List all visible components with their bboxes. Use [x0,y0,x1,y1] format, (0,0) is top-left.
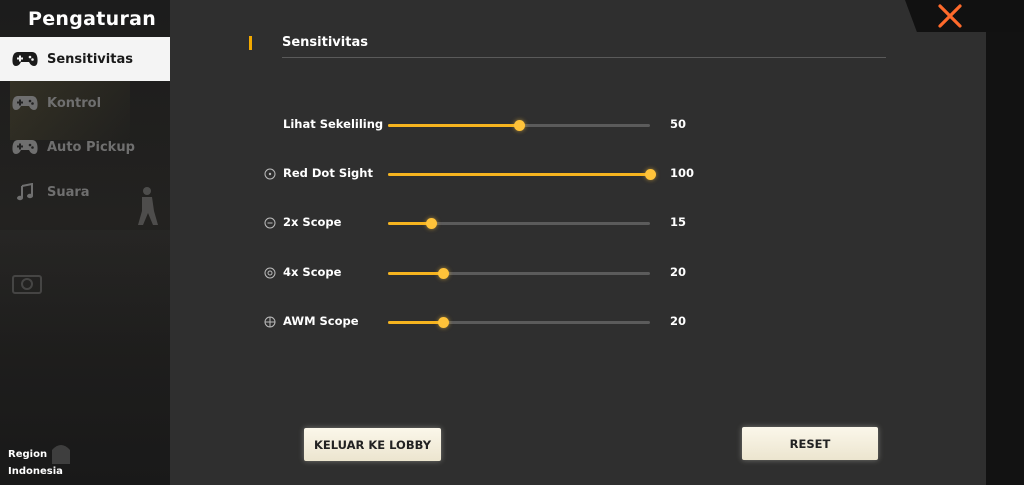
red-dot-sight-icon [264,168,276,180]
region-label: Region [8,449,48,460]
sidebar-item-sensitivitas[interactable]: Sensitivitas [0,37,170,81]
slider-thumb[interactable] [426,218,438,229]
slider-thumb[interactable] [438,317,450,328]
slider-label: AWM Scope [283,314,359,328]
slider-fill [388,173,650,176]
reset-button[interactable]: RESET [742,427,878,460]
settings-screen: Pengaturan Sensitivitas Kontrol Auto Pic… [0,0,1024,485]
slider-value: 50 [670,117,687,131]
slider-value: 15 [670,215,687,229]
slider-track[interactable] [388,169,656,180]
slider-row-4x-scope: 4x Scope 20 [0,264,1024,284]
exit-to-lobby-button[interactable]: KELUAR KE LOBBY [304,428,441,461]
slider-track[interactable] [388,120,650,131]
slider-thumb[interactable] [514,120,525,131]
slider-fill [388,124,519,127]
slider-fill [388,222,432,225]
slider-thumb[interactable] [438,268,450,279]
slider-label: Red Dot Sight [283,166,373,180]
gamepad-icon [12,50,38,68]
slider-fill [388,272,444,275]
sidebar-item-label: Sensitivitas [47,51,133,67]
settings-panel [170,0,986,485]
scope-2x-icon [264,217,276,229]
slider-row-red-dot-sight: Red Dot Sight 100 [0,165,1024,185]
section-marker [249,36,252,50]
slider-value: 20 [670,265,687,279]
region-value: Indonesia [8,466,63,477]
sidebar-item-label: Auto Pickup [47,139,135,155]
section-title: Sensitivitas [282,35,368,50]
close-tab-background [905,0,1024,32]
slider-fill [388,321,444,324]
close-icon[interactable] [937,4,963,28]
sidebar-item-label: Kontrol [47,95,102,111]
slider-label: Lihat Sekeliling [283,117,384,131]
panel-right-edge [986,0,1024,485]
gamepad-icon [12,138,38,156]
scope-4x-icon [264,267,276,279]
slider-track[interactable] [388,317,650,328]
slider-track[interactable] [388,218,650,229]
sidebar-item-label: Suara [47,184,90,200]
awm-scope-icon [264,316,276,328]
slider-row-2x-scope: 2x Scope 15 [0,214,1024,234]
slider-value: 20 [670,314,687,328]
music-note-icon [12,183,38,201]
slider-row-awm-scope: AWM Scope 20 [0,313,1024,333]
slider-track[interactable] [388,268,650,279]
slider-value: 100 [670,166,695,180]
sidebar: Pengaturan Sensitivitas Kontrol Auto Pic… [0,0,170,485]
section-divider [282,57,886,58]
slider-thumb[interactable] [645,169,656,180]
gamepad-icon [12,94,38,112]
slider-label: 2x Scope [283,215,342,229]
sidebar-title: Pengaturan [28,8,157,30]
slider-label: 4x Scope [283,265,342,279]
region-info: Region Indonesia [8,446,63,480]
slider-row-lihat-sekeliling: Lihat Sekeliling 50 [0,116,1024,136]
